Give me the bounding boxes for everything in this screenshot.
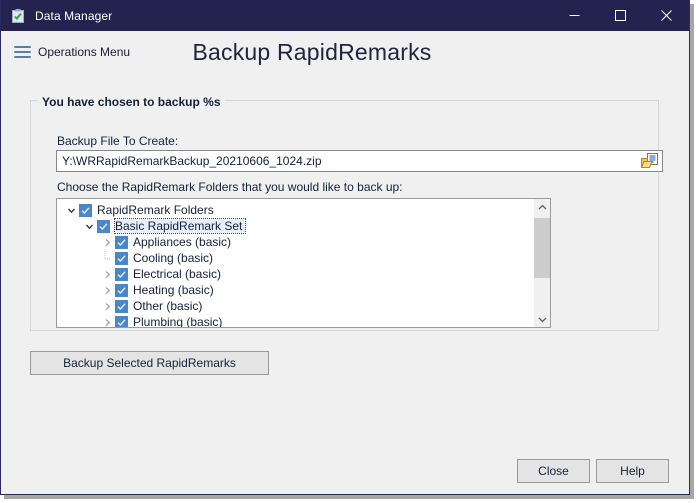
data-manager-window: Data Manager Operations Menu Backup Rapi…: [0, 0, 690, 495]
tree-item-checkbox[interactable]: [115, 267, 128, 281]
title-bar[interactable]: Data Manager: [1, 0, 689, 31]
tree-item[interactable]: Appliances (basic): [57, 234, 533, 250]
maximize-icon[interactable]: [597, 0, 643, 31]
window-controls: [551, 0, 689, 31]
chevron-down-icon[interactable]: [82, 219, 97, 234]
folders-tree-view[interactable]: RapidRemark Folders Basic RapidRemark Set…: [56, 198, 551, 328]
tree-item-label: RapidRemark Folders: [97, 203, 214, 217]
tree-connector-line: [100, 250, 115, 266]
tree-item-label: Heating (basic): [133, 283, 214, 297]
help-button[interactable]: Help: [596, 459, 669, 483]
chevron-up-icon[interactable]: [534, 199, 550, 215]
tree-item[interactable]: Electrical (basic): [57, 266, 533, 282]
backup-group-legend: You have chosen to backup %s: [38, 95, 225, 109]
header-band: Operations Menu Backup RapidRemarks: [1, 31, 689, 82]
chevron-down-icon[interactable]: [534, 311, 550, 327]
tree-item-checkbox[interactable]: [115, 235, 128, 249]
tree-item[interactable]: Plumbing (basic): [57, 314, 533, 327]
tree-item-label: Cooling (basic): [133, 251, 214, 265]
scrollbar-track[interactable]: [534, 215, 550, 311]
chevron-right-icon[interactable]: [100, 235, 115, 250]
tree-item-label: Plumbing (basic): [133, 315, 223, 327]
tree-item[interactable]: Basic RapidRemark Set: [57, 218, 533, 234]
chevron-right-icon[interactable]: [100, 267, 115, 282]
tree-item-label: Appliances (basic): [133, 235, 232, 249]
window-title: Data Manager: [35, 8, 113, 23]
minimize-icon[interactable]: [551, 0, 597, 31]
tree-item-checkbox[interactable]: [115, 283, 128, 297]
tree-scrollbar[interactable]: [533, 199, 550, 327]
scrollbar-thumb[interactable]: [534, 218, 550, 278]
clipboard-check-icon: [10, 8, 26, 24]
chevron-down-icon[interactable]: [64, 203, 79, 218]
chevron-right-icon[interactable]: [100, 299, 115, 314]
close-icon[interactable]: [643, 0, 689, 31]
tree-item-label: Other (basic): [133, 299, 203, 313]
tree-item-checkbox[interactable]: [79, 203, 92, 217]
chevron-right-icon[interactable]: [100, 315, 115, 328]
tree-item[interactable]: Cooling (basic): [57, 250, 533, 266]
backup-file-input[interactable]: [57, 152, 639, 170]
tree-item[interactable]: RapidRemark Folders: [57, 202, 533, 218]
backup-selected-button[interactable]: Backup Selected RapidRemarks: [30, 351, 269, 375]
close-button[interactable]: Close: [517, 459, 590, 483]
backup-file-row: [56, 150, 663, 172]
tree-item[interactable]: Heating (basic): [57, 282, 533, 298]
tree-item-checkbox[interactable]: [97, 219, 110, 233]
backup-file-label: Backup File To Create:: [57, 134, 179, 148]
tree-item-checkbox[interactable]: [115, 299, 128, 313]
folder-browse-icon[interactable]: [639, 151, 661, 171]
chevron-right-icon[interactable]: [100, 283, 115, 298]
tree-item-checkbox[interactable]: [115, 315, 128, 327]
folders-tree-rows: RapidRemark Folders Basic RapidRemark Set…: [57, 199, 533, 327]
tree-item-checkbox[interactable]: [115, 251, 128, 265]
tree-item-label: Electrical (basic): [133, 267, 222, 281]
page-title: Backup RapidRemarks: [192, 39, 432, 65]
tree-item[interactable]: Other (basic): [57, 298, 533, 314]
choose-folders-label: Choose the RapidRemark Folders that you …: [57, 180, 403, 194]
tree-item-label: Basic RapidRemark Set: [113, 218, 247, 234]
